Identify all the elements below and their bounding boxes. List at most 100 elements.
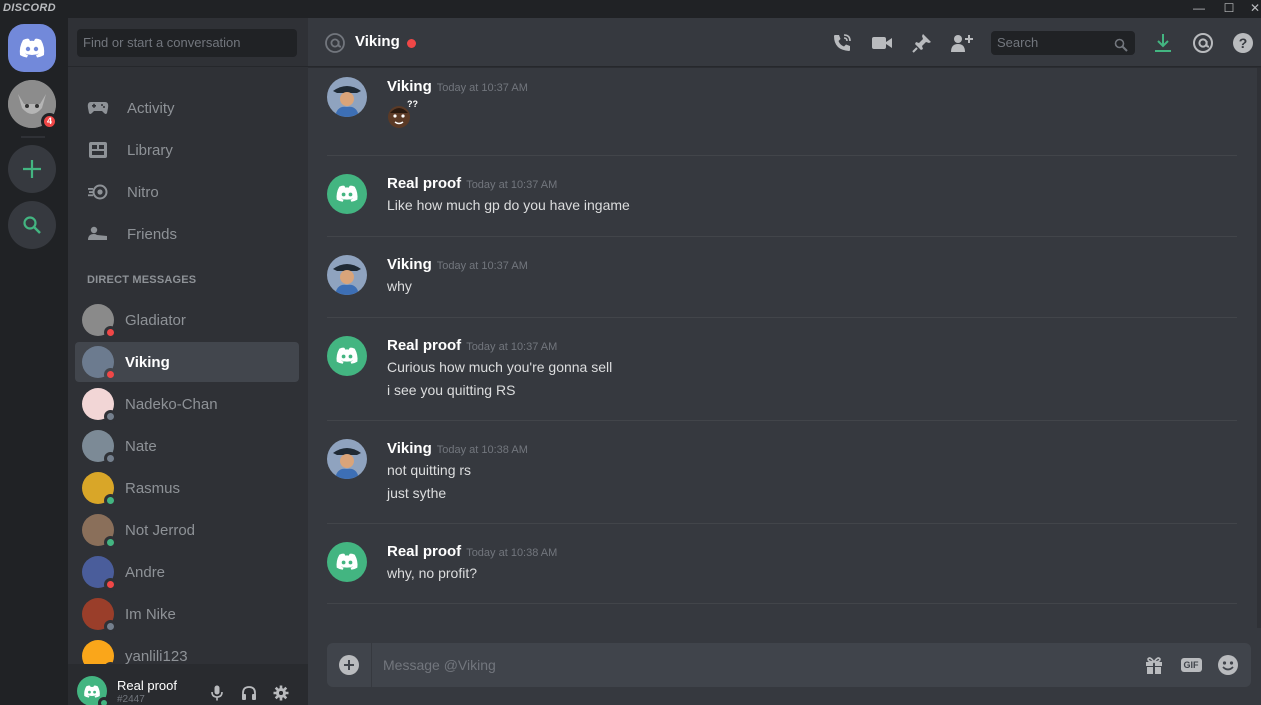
mute-button[interactable] [206, 682, 228, 704]
dm-name: Gladiator [125, 311, 186, 329]
pinned-messages-button[interactable] [909, 30, 935, 56]
message-divider [327, 236, 1237, 237]
mention-badge: 4 [41, 113, 58, 130]
minimize-button[interactable]: — [1187, 0, 1211, 18]
dm-name: Andre [125, 563, 166, 581]
message-text: Curious how much you're gonna sell [387, 359, 613, 375]
message-author[interactable]: Viking Today at 10:38 AM [387, 440, 528, 457]
server-icon-cat[interactable]: 4 [8, 80, 58, 130]
pin-icon [912, 34, 931, 53]
status-indicator [104, 536, 117, 549]
dm-item-not-jerrod[interactable]: Not Jerrod [75, 510, 299, 550]
upload-button[interactable] [339, 655, 359, 675]
dm-item-gladiator[interactable]: Gladiator [75, 300, 299, 340]
nav-item-nitro[interactable]: Nitro [76, 173, 300, 211]
dm-item-nadeko-chan[interactable]: Nadeko-Chan [75, 384, 299, 424]
dm-item-im-nike[interactable]: Im Nike [75, 594, 299, 634]
message-divider [327, 603, 1237, 604]
plus-icon [344, 660, 354, 670]
message-author[interactable]: Real proof Today at 10:37 AM [387, 337, 557, 354]
search-icon [1114, 36, 1128, 60]
explore-servers-button[interactable] [8, 201, 56, 249]
viking-avatar[interactable] [327, 439, 367, 479]
microphone-icon [211, 685, 223, 701]
message-input[interactable]: Message @Viking [383, 657, 496, 673]
message-divider [327, 420, 1237, 421]
message-search-input[interactable]: Search [991, 31, 1135, 55]
nav-label: Activity [127, 99, 175, 117]
message-author[interactable]: Viking Today at 10:37 AM [387, 78, 528, 95]
recipient-status-indicator [407, 39, 416, 48]
discord-logo-icon [84, 685, 100, 698]
gif-button[interactable]: GIF [1178, 653, 1204, 677]
real-proof-avatar[interactable] [327, 174, 367, 214]
dm-avatar [82, 514, 117, 549]
status-indicator [104, 494, 117, 507]
search-placeholder: Search [997, 35, 1039, 50]
deafen-button[interactable] [238, 682, 260, 704]
channel-sidebar: Find or start a conversation Activity Li… [68, 18, 308, 705]
author-name: Real proof [387, 543, 462, 560]
dm-name: Nadeko-Chan [125, 395, 218, 413]
message-author[interactable]: Real proof Today at 10:37 AM [387, 175, 557, 192]
user-settings-button[interactable] [270, 682, 292, 704]
nav-item-library[interactable]: Library [76, 131, 300, 169]
gif-icon: GIF [1180, 658, 1202, 672]
friends-icon [78, 226, 118, 242]
user-avatar[interactable] [77, 676, 110, 705]
maximize-button[interactable]: ☐ [1217, 0, 1241, 18]
dm-item-viking[interactable]: Viking [75, 342, 299, 382]
chat-header: Viking Search ? [308, 18, 1261, 67]
title-bar: DISCORD — ☐ ✕ [0, 0, 1261, 18]
dm-avatar [82, 556, 117, 591]
custom-emoji[interactable]: ?? [387, 99, 418, 131]
viking-avatar[interactable] [327, 255, 367, 295]
server-divider [21, 136, 45, 138]
nav-item-activity[interactable]: Activity [76, 89, 300, 127]
dm-avatar [82, 598, 117, 633]
real-proof-avatar[interactable] [327, 542, 367, 582]
help-button[interactable]: ? [1230, 30, 1256, 56]
message-text: just sythe [387, 485, 447, 501]
gift-button[interactable] [1142, 653, 1166, 677]
message-text: why, no profit? [387, 565, 478, 581]
status-indicator [104, 452, 117, 465]
emoji-caption: ?? [407, 99, 418, 109]
emoji-picker-button[interactable] [1216, 653, 1240, 677]
message-author[interactable]: Real proof Today at 10:38 AM [387, 543, 557, 560]
message-scrollbar[interactable] [1257, 68, 1261, 628]
dm-item-nate[interactable]: Nate [75, 426, 299, 466]
message-timestamp: Today at 10:37 AM [466, 179, 558, 191]
mentions-button[interactable] [1190, 30, 1216, 56]
message-timestamp: Today at 10:37 AM [436, 260, 528, 272]
nav-label: Nitro [127, 183, 159, 201]
start-voice-call-button[interactable] [829, 30, 855, 56]
status-indicator [104, 620, 117, 633]
author-name: Real proof [387, 337, 462, 354]
help-icon: ? [1233, 33, 1253, 53]
headphones-icon [242, 686, 256, 700]
download-button[interactable] [1150, 30, 1176, 56]
viking-avatar[interactable] [327, 77, 367, 117]
dm-name: Im Nike [125, 605, 176, 623]
dm-item-rasmus[interactable]: Rasmus [75, 468, 299, 508]
message-composer: Message @Viking GIF [327, 643, 1251, 687]
home-button[interactable] [8, 24, 56, 72]
message-author[interactable]: Viking Today at 10:37 AM [387, 256, 528, 273]
gift-icon [1146, 657, 1162, 674]
status-indicator [104, 578, 117, 591]
real-proof-avatar[interactable] [327, 336, 367, 376]
phone-call-icon [834, 34, 851, 51]
conversation-search-input[interactable]: Find or start a conversation [77, 29, 297, 57]
message-divider [327, 523, 1237, 524]
start-video-call-button[interactable] [869, 30, 895, 56]
library-icon [78, 141, 118, 159]
add-server-button[interactable] [8, 145, 56, 193]
dm-item-andre[interactable]: Andre [75, 552, 299, 592]
nav-item-friends[interactable]: Friends [76, 215, 300, 253]
add-user-icon [951, 35, 973, 52]
close-button[interactable]: ✕ [1243, 0, 1261, 18]
user-panel: Real proof #2447 [68, 664, 308, 705]
dm-name: Rasmus [125, 479, 181, 497]
add-friend-to-dm-button[interactable] [949, 30, 975, 56]
